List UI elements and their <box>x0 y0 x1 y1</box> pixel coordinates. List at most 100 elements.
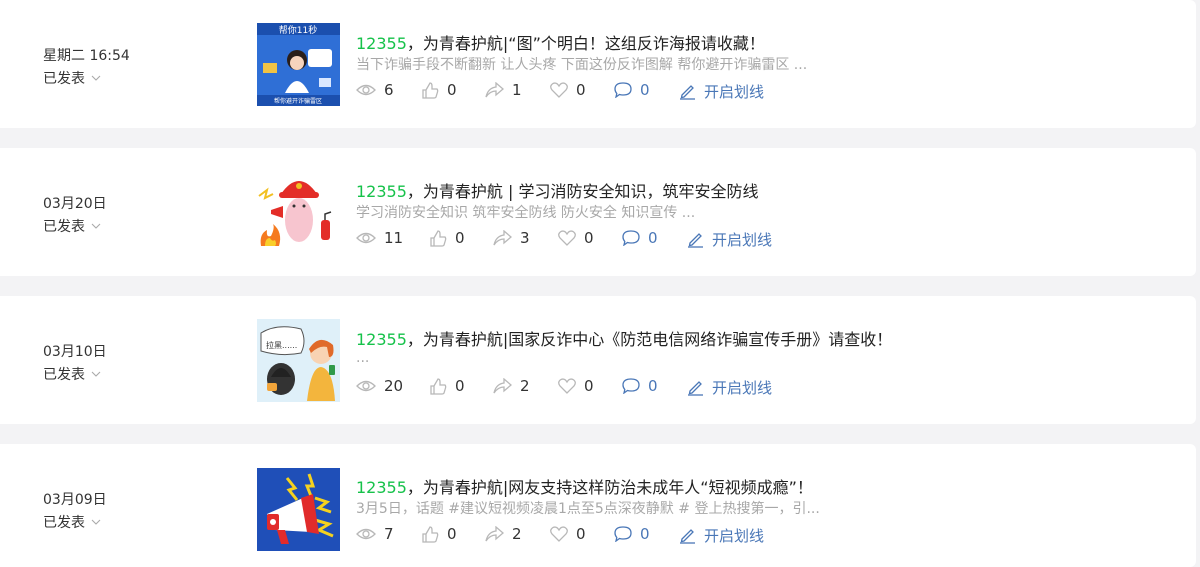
post-status-label: 已发表 <box>43 515 85 531</box>
thumbs-up-icon <box>430 377 447 395</box>
views-count: 20 <box>384 377 404 395</box>
favorites-count: 0 <box>584 377 594 395</box>
views-stat: 7 <box>356 525 394 543</box>
post-title-text: ，为青春护航|国家反诈中心《防范电信网络诈骗宣传手册》请查收！ <box>406 330 893 349</box>
mark-line-button[interactable]: 开启划线 <box>687 377 772 398</box>
comment-icon <box>622 230 640 246</box>
favorites-stat[interactable]: 0 <box>550 81 586 99</box>
post-description: ... <box>356 350 370 366</box>
favorites-stat[interactable]: 0 <box>550 525 586 543</box>
favorites-count: 0 <box>576 525 586 543</box>
heart-icon <box>558 378 576 394</box>
post-card: 03月20日 已发表 12355，为青春护航 | 学习消防安全知识，筑牢安全防线… <box>0 148 1196 276</box>
pen-icon <box>688 233 703 248</box>
shares-stat[interactable]: 3 <box>493 229 530 247</box>
shares-stat[interactable]: 2 <box>485 525 522 543</box>
thumbnail-caption: 帮你避开诈骗雷区 <box>274 97 322 105</box>
post-title[interactable]: 12355，为青春护航 | 学习消防安全知识，筑牢安全防线 <box>356 178 758 202</box>
shares-stat[interactable]: 2 <box>493 377 530 395</box>
mark-line-label: 开启划线 <box>712 379 773 397</box>
post-status-label: 已发表 <box>43 367 85 383</box>
post-title-text: ，为青春护航|“图”个明白！这组反诈海报请收藏！ <box>406 34 765 53</box>
post-title-text: ，为青春护航|网友支持这样防治未成年人“短视频成瘾”！ <box>406 478 813 497</box>
mark-line-button[interactable]: 开启划线 <box>687 229 772 250</box>
heart-icon <box>550 526 568 542</box>
post-status-dropdown[interactable]: 已发表 <box>43 512 101 532</box>
comments-stat[interactable]: 0 <box>622 229 658 247</box>
post-card: 星期二 16:54 已发表 帮你11秒 帮你避开诈骗雷区 12355，为青春护航… <box>0 0 1196 128</box>
post-title[interactable]: 12355，为青春护航|国家反诈中心《防范电信网络诈骗宣传手册》请查收！ <box>356 326 892 350</box>
mark-line-button[interactable]: 开启划线 <box>679 525 764 546</box>
post-title-number: 12355 <box>356 478 407 497</box>
shares-stat[interactable]: 1 <box>485 81 522 99</box>
post-title-number: 12355 <box>356 330 407 349</box>
views-stat: 11 <box>356 229 403 247</box>
favorites-stat[interactable]: 0 <box>558 377 594 395</box>
heart-icon <box>558 230 576 246</box>
svg-text:帮你11秒: 帮你11秒 <box>279 24 317 36</box>
post-thumbnail[interactable] <box>257 468 340 551</box>
mark-line-label: 开启划线 <box>712 231 773 249</box>
likes-count: 0 <box>447 525 457 543</box>
chevron-down-icon <box>91 75 101 81</box>
likes-count: 0 <box>455 377 465 395</box>
thumbs-up-icon <box>422 81 439 99</box>
mark-line-label: 开启划线 <box>704 527 765 545</box>
chevron-down-icon <box>91 223 101 229</box>
favorites-count: 0 <box>576 81 586 99</box>
comments-stat[interactable]: 0 <box>622 377 658 395</box>
post-description: 3月5日，话题 #建议短视频凌晨1点至5点深夜静默 # 登上热搜第一，引... <box>356 501 820 517</box>
comments-stat[interactable]: 0 <box>614 525 650 543</box>
post-description: 学习消防安全知识 筑牢安全防线 防火安全 知识宣传 ... <box>356 205 696 221</box>
likes-stat[interactable]: 0 <box>430 229 465 247</box>
chevron-down-icon <box>91 519 101 525</box>
shares-count: 2 <box>520 377 530 395</box>
post-title[interactable]: 12355，为青春护航|网友支持这样防治未成年人“短视频成瘾”！ <box>356 474 813 498</box>
comment-icon <box>622 378 640 394</box>
pen-icon <box>680 529 695 544</box>
post-status-dropdown[interactable]: 已发表 <box>43 216 101 236</box>
shares-count: 3 <box>520 229 530 247</box>
comment-icon <box>614 82 632 98</box>
post-thumbnail[interactable]: 拉黑...... <box>257 319 340 402</box>
comments-count: 0 <box>640 81 650 99</box>
post-thumbnail[interactable] <box>257 168 340 251</box>
comments-count: 0 <box>648 377 658 395</box>
thumbnail-caption: 拉黑...... <box>266 340 297 350</box>
likes-count: 0 <box>455 229 465 247</box>
shares-count: 1 <box>512 81 522 99</box>
post-card: 03月09日 已发表 12355，为青春护航|网友支持这样防治未成年人“短视频成… <box>0 444 1196 567</box>
likes-stat[interactable]: 0 <box>422 81 457 99</box>
likes-stat[interactable]: 0 <box>430 377 465 395</box>
views-stat: 20 <box>356 377 403 395</box>
chevron-down-icon <box>91 371 101 377</box>
likes-count: 0 <box>447 81 457 99</box>
post-status-dropdown[interactable]: 已发表 <box>43 364 101 384</box>
post-title[interactable]: 12355，为青春护航|“图”个明白！这组反诈海报请收藏！ <box>356 30 765 54</box>
comments-stat[interactable]: 0 <box>614 81 650 99</box>
post-status-dropdown[interactable]: 已发表 <box>43 68 101 88</box>
thumbs-up-icon <box>422 525 439 543</box>
post-description: 当下诈骗手段不断翻新 让人头疼 下面这份反诈图解 帮你避开诈骗雷区 ... <box>356 57 808 73</box>
pen-icon <box>688 381 703 396</box>
post-date: 03月10日 <box>43 344 107 360</box>
post-title-text: ，为青春护航 | 学习消防安全知识，筑牢安全防线 <box>406 182 759 201</box>
post-date: 星期二 16:54 <box>43 48 130 64</box>
favorites-count: 0 <box>584 229 594 247</box>
post-thumbnail[interactable]: 帮你11秒 帮你避开诈骗雷区 <box>257 23 340 106</box>
likes-stat[interactable]: 0 <box>422 525 457 543</box>
mark-line-button[interactable]: 开启划线 <box>679 81 764 102</box>
comments-count: 0 <box>648 229 658 247</box>
post-date: 03月20日 <box>43 196 107 212</box>
post-card: 03月10日 已发表 拉黑...... 12355，为青春护航|国家反诈中心《防… <box>0 296 1196 424</box>
share-icon <box>485 82 504 98</box>
shares-count: 2 <box>512 525 522 543</box>
post-date: 03月09日 <box>43 492 107 508</box>
views-count: 7 <box>384 525 394 543</box>
share-icon <box>485 526 504 542</box>
mark-line-label: 开启划线 <box>704 83 765 101</box>
favorites-stat[interactable]: 0 <box>558 229 594 247</box>
share-icon <box>493 378 512 394</box>
heart-icon <box>550 82 568 98</box>
views-count: 6 <box>384 81 394 99</box>
